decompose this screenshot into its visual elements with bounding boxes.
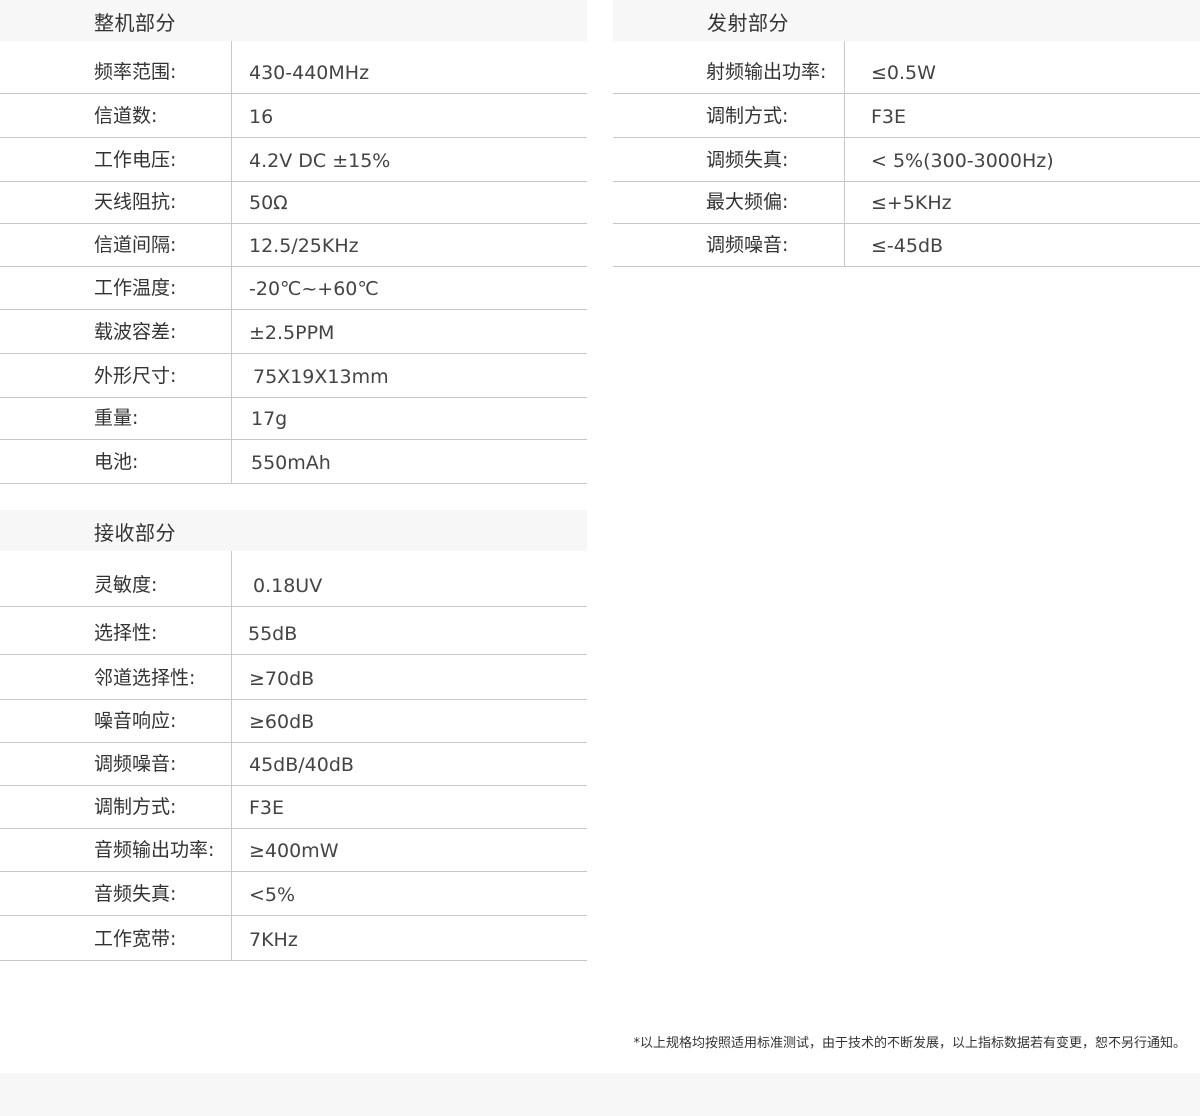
spec-row: 最大频偏: ≤+5KHz xyxy=(613,182,1200,224)
spec-label: 调制方式: xyxy=(706,105,789,127)
spec-label: 工作宽带: xyxy=(94,928,177,950)
spec-label: 频率范围: xyxy=(94,61,177,83)
spec-row: 信道间隔: 12.5/25KHz xyxy=(0,224,587,267)
spec-value: 75X19X13mm xyxy=(253,366,389,388)
spec-row: 工作温度: -20℃~+60℃ xyxy=(0,267,587,310)
spec-row: 灵敏度: 0.18UV xyxy=(0,551,587,607)
spec-row: 音频失真: <5% xyxy=(0,872,587,916)
spec-label: 射频输出功率: xyxy=(706,61,827,83)
spec-value: 430-440MHz xyxy=(249,62,370,84)
spec-label: 音频失真: xyxy=(94,883,177,905)
spec-value: ≥70dB xyxy=(249,668,315,690)
section-header: 整机部分 xyxy=(0,0,587,41)
spec-table: 灵敏度: 0.18UV 选择性: 55dB 邻道选择性: ≥70dB 噪音响应: ≥60dB 调… xyxy=(0,551,587,961)
spec-value: -20℃~+60℃ xyxy=(249,278,379,300)
spec-row: 调频噪音: ≤-45dB xyxy=(613,224,1200,267)
spec-label: 邻道选择性: xyxy=(94,667,196,689)
spec-value: ≤0.5W xyxy=(871,62,936,84)
spec-label: 调频噪音: xyxy=(706,234,789,256)
spec-row: 调频噪音: 45dB/40dB xyxy=(0,743,587,786)
spec-row: 工作宽带: 7KHz xyxy=(0,916,587,961)
spec-label: 音频输出功率: xyxy=(94,839,215,861)
spec-value: ≥400mW xyxy=(249,840,339,862)
spec-value: 12.5/25KHz xyxy=(249,235,359,257)
spec-row: 调制方式: F3E xyxy=(613,94,1200,138)
spec-row: 载波容差: ±2.5PPM xyxy=(0,310,587,354)
spec-label: 电池: xyxy=(94,451,139,473)
spec-value: < 5%(300-3000Hz) xyxy=(871,150,1054,172)
spec-label: 工作温度: xyxy=(94,277,177,299)
column-divider xyxy=(231,551,232,961)
spec-value: ≤+5KHz xyxy=(871,192,952,214)
spec-value: 0.18UV xyxy=(253,575,323,597)
spec-value: 4.2V DC ±15% xyxy=(249,150,391,172)
spec-row: 射频输出功率: ≤0.5W xyxy=(613,41,1200,94)
spec-value: ±2.5PPM xyxy=(249,322,335,344)
spec-label: 信道数: xyxy=(94,105,158,127)
spec-value: 17g xyxy=(251,408,288,430)
spec-row: 外形尺寸: 75X19X13mm xyxy=(0,354,587,398)
spec-label: 最大频偏: xyxy=(706,191,789,213)
spec-label: 外形尺寸: xyxy=(94,365,177,387)
spec-label: 重量: xyxy=(94,407,139,429)
spec-section-transmit: 发射部分 射频输出功率: ≤0.5W 调制方式: F3E 调频失真: < 5%(300-3… xyxy=(613,0,1200,267)
section-title: 接收部分 xyxy=(94,521,176,545)
spec-section-receive: 接收部分 灵敏度: 0.18UV 选择性: 55dB 邻道选择性: ≥70dB 噪音响应: ≥… xyxy=(0,510,587,961)
spec-row: 噪音响应: ≥60dB xyxy=(0,700,587,743)
spec-label: 噪音响应: xyxy=(94,710,177,732)
spec-value: 550mAh xyxy=(251,452,331,474)
disclaimer-footnote: *以上规格均按照适用标准测试，由于技术的不断发展，以上指标数据若有变更，恕不另行… xyxy=(633,1036,1186,1051)
column-divider xyxy=(231,41,232,484)
section-title: 发射部分 xyxy=(707,11,789,35)
spec-row: 选择性: 55dB xyxy=(0,607,587,655)
spec-value: F3E xyxy=(871,106,907,128)
spec-value: ≤-45dB xyxy=(871,235,944,257)
spec-value: 7KHz xyxy=(249,929,298,951)
spec-label: 载波容差: xyxy=(94,321,177,343)
section-title: 整机部分 xyxy=(94,11,176,35)
spec-row: 频率范围: 430-440MHz xyxy=(0,41,587,94)
spec-row: 邻道选择性: ≥70dB xyxy=(0,655,587,700)
spec-value: F3E xyxy=(249,797,285,819)
spec-row: 调频失真: < 5%(300-3000Hz) xyxy=(613,138,1200,182)
spec-section-whole-unit: 整机部分 频率范围: 430-440MHz 信道数: 16 工作电压: 4.2V DC ±… xyxy=(0,0,587,484)
spec-value: 16 xyxy=(249,106,274,128)
spec-row: 调制方式: F3E xyxy=(0,786,587,829)
section-header: 发射部分 xyxy=(613,0,1200,41)
spec-label: 调频失真: xyxy=(706,149,789,171)
spec-row: 天线阻抗: 50Ω xyxy=(0,182,587,224)
spec-label: 天线阻抗: xyxy=(94,191,177,213)
footer-bar xyxy=(0,1073,1200,1116)
spec-label: 灵敏度: xyxy=(94,574,158,596)
spec-row: 重量: 17g xyxy=(0,398,587,440)
spec-row: 电池: 550mAh xyxy=(0,440,587,484)
spec-value: 45dB/40dB xyxy=(249,754,354,776)
spec-label: 调频噪音: xyxy=(94,753,177,775)
spec-value: ≥60dB xyxy=(249,711,315,733)
spec-value: <5% xyxy=(249,884,296,906)
section-header: 接收部分 xyxy=(0,510,587,551)
spec-table: 射频输出功率: ≤0.5W 调制方式: F3E 调频失真: < 5%(300-3000Hz… xyxy=(613,41,1200,267)
spec-row: 信道数: 16 xyxy=(0,94,587,138)
column-divider xyxy=(844,41,845,267)
spec-label: 调制方式: xyxy=(94,796,177,818)
spec-label: 工作电压: xyxy=(94,149,177,171)
spec-label: 信道间隔: xyxy=(94,234,177,256)
spec-value: 55dB xyxy=(248,623,298,645)
spec-value: 50Ω xyxy=(249,192,288,214)
spec-table: 频率范围: 430-440MHz 信道数: 16 工作电压: 4.2V DC ±15% 天线… xyxy=(0,41,587,484)
spec-row: 音频输出功率: ≥400mW xyxy=(0,829,587,872)
spec-label: 选择性: xyxy=(94,622,158,644)
spec-row: 工作电压: 4.2V DC ±15% xyxy=(0,138,587,182)
